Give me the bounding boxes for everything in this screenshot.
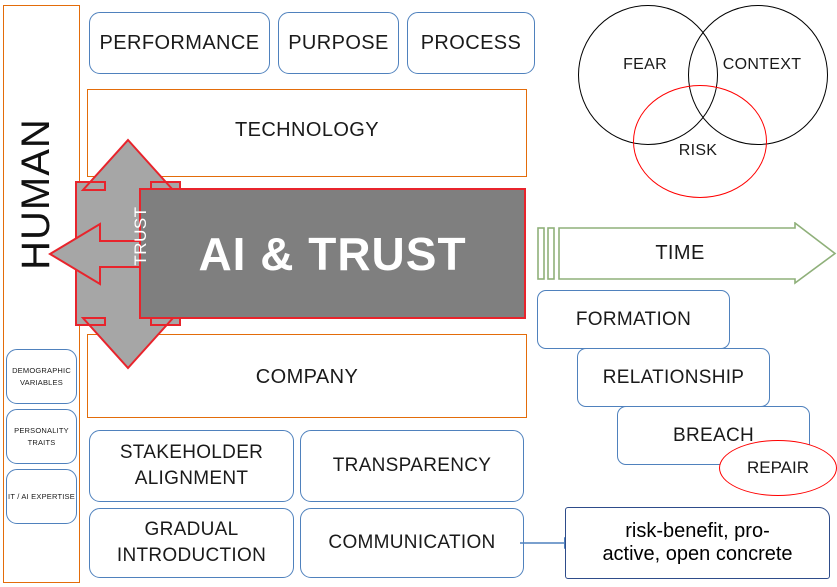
company-band-label: COMPANY: [255, 365, 359, 388]
stage-label: BREACH: [673, 424, 754, 446]
factor-label: PERFORMANCE: [99, 31, 260, 54]
factor-label: PURPOSE: [288, 31, 389, 54]
technology-band-label: TECHNOLOGY: [234, 118, 380, 141]
technology-factor-purpose[interactable]: PURPOSE: [278, 12, 399, 74]
time-arrow-label: TIME: [655, 241, 705, 264]
factor-label: TRANSPARENCY: [332, 455, 492, 476]
human-attribute-it-ai-expertise[interactable]: IT / AI EXPERTISE: [6, 469, 77, 524]
human-attribute-label: DEMOGRAPHIC VARIABLES: [12, 365, 71, 387]
diagram-canvas: HUMAN DEMOGRAPHIC VARIABLES PERSONALITY …: [0, 0, 837, 587]
human-panel-label: HUMAN: [13, 118, 58, 270]
human-attribute-demographic-variables[interactable]: DEMOGRAPHIC VARIABLES: [6, 349, 77, 404]
communication-note-box: risk-benefit, pro- active, open concrete: [565, 507, 830, 579]
human-attribute-label: PERSONALITY TRAITS: [14, 425, 69, 447]
trust-arrow-label: TRUST: [131, 206, 150, 266]
human-attribute-label: IT / AI EXPERTISE: [8, 491, 75, 501]
communication-note-line1: risk-benefit, pro-: [625, 520, 770, 542]
venn-label-risk: RISK: [678, 142, 718, 159]
human-attribute-personality-traits[interactable]: PERSONALITY TRAITS: [6, 409, 77, 464]
company-factor-stakeholder-alignment[interactable]: STAKEHOLDER ALIGNMENT: [89, 430, 294, 502]
stage-label: FORMATION: [575, 308, 692, 330]
technology-factor-performance[interactable]: PERFORMANCE: [89, 12, 270, 74]
venn-label-context: CONTEXT: [722, 56, 802, 73]
factor-label: PROCESS: [420, 31, 522, 54]
factor-label: GRADUAL INTRODUCTION: [116, 519, 267, 566]
stage-label: RELATIONSHIP: [602, 366, 745, 388]
ai-trust-label: AI & TRUST: [198, 227, 467, 280]
venn-label-fear: FEAR: [623, 56, 667, 73]
company-factor-communication[interactable]: COMMUNICATION: [300, 508, 524, 578]
factor-label: COMMUNICATION: [328, 532, 496, 553]
company-factor-gradual-introduction[interactable]: GRADUAL INTRODUCTION: [89, 508, 294, 578]
factor-label: STAKEHOLDER ALIGNMENT: [119, 442, 264, 489]
stage-formation[interactable]: FORMATION: [537, 290, 730, 349]
stage-relationship[interactable]: RELATIONSHIP: [577, 348, 770, 407]
technology-factor-process[interactable]: PROCESS: [407, 12, 535, 74]
ai-trust-center-box: AI & TRUST: [139, 188, 526, 319]
repair-ellipse[interactable]: REPAIR: [719, 440, 837, 496]
repair-label: REPAIR: [746, 458, 810, 477]
communication-note-line2: active, open concrete: [602, 543, 793, 565]
company-factor-transparency[interactable]: TRANSPARENCY: [300, 430, 524, 502]
